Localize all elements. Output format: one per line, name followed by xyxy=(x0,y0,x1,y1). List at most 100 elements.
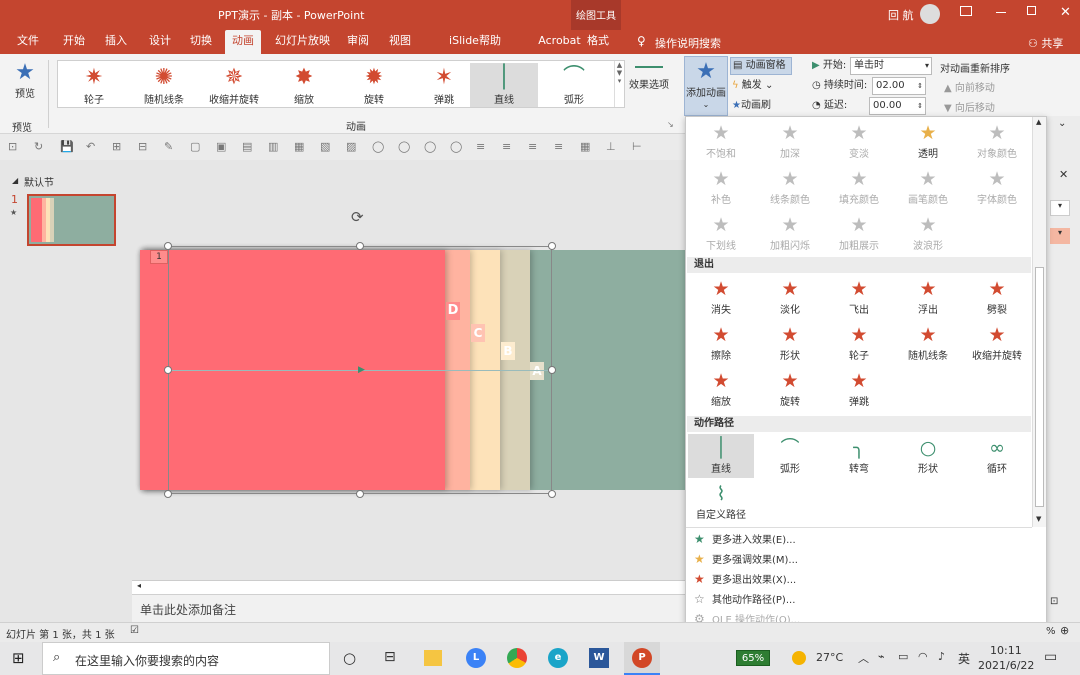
close-icon[interactable]: ✕ xyxy=(1059,168,1068,181)
avatar[interactable] xyxy=(920,4,940,24)
exit-effect-1[interactable]: ★ 淡化 xyxy=(757,275,823,319)
toolbar-icon-18[interactable]: ≡ xyxy=(476,140,485,153)
tab-12[interactable]: 格式 xyxy=(580,30,616,54)
emphasis-effect-3[interactable]: ★ 透明 xyxy=(895,119,961,163)
toolbar-icon-11[interactable]: ▦ xyxy=(294,140,304,153)
notification-icon[interactable]: ▭ xyxy=(1044,649,1057,665)
resize-handle[interactable] xyxy=(164,242,172,250)
toolbar-icon-23[interactable]: ⊥ xyxy=(606,140,616,153)
toolbar-icon-17[interactable]: ◯ xyxy=(450,140,462,153)
tab-0[interactable]: 文件 xyxy=(10,30,46,54)
tray-chevron-icon[interactable]: ︿ xyxy=(858,650,869,666)
zoom-fit-icon[interactable]: ⊡ xyxy=(1050,596,1058,607)
word-icon[interactable]: W xyxy=(589,648,609,668)
tab-1[interactable]: 开始 xyxy=(56,30,92,54)
toolbar-icon-2[interactable]: 💾 xyxy=(60,140,74,153)
exit-effect-11[interactable]: ★ 旋转 xyxy=(757,367,823,411)
file-explorer-icon[interactable] xyxy=(424,650,442,666)
share-button[interactable]: ⚇ 共享 xyxy=(1028,35,1063,51)
dialog-launcher-icon[interactable]: ↘ xyxy=(667,120,674,129)
animation-painter-button[interactable]: ★动画刷 xyxy=(732,99,771,113)
clock-time[interactable]: 10:11 xyxy=(990,644,1022,657)
path-effect-4[interactable]: ∞ 循环 xyxy=(964,434,1030,478)
powerpoint-taskbar-button[interactable]: P xyxy=(624,642,660,675)
resize-handle[interactable] xyxy=(356,242,364,250)
tell-me-search[interactable]: 操作说明搜索 xyxy=(655,35,721,51)
exit-effect-9[interactable]: ★ 收缩并旋转 xyxy=(964,321,1030,365)
tab-2[interactable]: 插入 xyxy=(98,30,134,54)
dropdown-icon[interactable]: ⌄ xyxy=(1058,118,1066,129)
clock-date[interactable]: 2021/6/22 xyxy=(978,659,1034,672)
zoom-percent[interactable]: % xyxy=(1046,626,1056,637)
exit-effect-3[interactable]: ★ 浮出 xyxy=(895,275,961,319)
gallery-item-2[interactable]: ✵ 收缩并旋转 xyxy=(200,63,268,107)
tab-4[interactable]: 切换 xyxy=(183,30,219,54)
tab-5[interactable]: 动画 xyxy=(225,30,261,54)
path-effect-5[interactable]: ⌇ 自定义路径 xyxy=(688,480,754,524)
exit-effect-0[interactable]: ★ 消失 xyxy=(688,275,754,319)
toolbar-icon-24[interactable]: ⊢ xyxy=(632,140,642,153)
toolbar-icon-21[interactable]: ≡ xyxy=(554,140,563,153)
minimize-icon[interactable] xyxy=(996,12,1006,13)
task-view-icon[interactable]: ○ xyxy=(343,649,356,667)
gallery-item-6[interactable]: │ 直线 xyxy=(470,63,538,107)
gallery-item-4[interactable]: ✹ 旋转 xyxy=(340,63,408,107)
tab-7[interactable]: 审阅 xyxy=(340,30,376,54)
horizontal-scrollbar[interactable]: ◂ xyxy=(132,580,685,594)
resize-handle[interactable] xyxy=(548,366,556,374)
tab-6[interactable]: 幻灯片放映 xyxy=(268,30,337,54)
resize-handle[interactable] xyxy=(356,490,364,498)
close-icon[interactable]: ✕ xyxy=(1060,5,1071,20)
gallery-item-0[interactable]: ✷ 轮子 xyxy=(60,63,128,107)
collapse-section-icon[interactable]: ◢ xyxy=(12,176,18,185)
exit-effect-2[interactable]: ★ 飞出 xyxy=(826,275,892,319)
move-later-button[interactable]: ▼ 向后移动 xyxy=(944,99,995,114)
user-name[interactable]: 回 航 xyxy=(888,7,914,23)
rotate-handle-icon[interactable]: ⟳ xyxy=(351,208,364,226)
scroll-thumb[interactable] xyxy=(1035,267,1044,507)
exit-effect-4[interactable]: ★ 劈裂 xyxy=(964,275,1030,319)
battery-indicator[interactable]: 65% xyxy=(736,650,770,666)
exit-effect-5[interactable]: ★ 擦除 xyxy=(688,321,754,365)
toolbar-icon-9[interactable]: ▤ xyxy=(242,140,252,153)
move-earlier-button[interactable]: ▲ 向前移动 xyxy=(944,79,995,94)
more-effects-item-0[interactable]: ★ 更多进入效果(E)... xyxy=(694,529,796,549)
duration-input[interactable]: 02.00 ⇕ xyxy=(872,77,926,95)
ribbon-display-icon[interactable] xyxy=(960,6,972,16)
dropdown-scrollbar[interactable]: ▲ ▼ xyxy=(1032,117,1046,527)
spellcheck-icon[interactable]: ☑ xyxy=(130,625,139,636)
more-effects-item-2[interactable]: ★ 更多退出效果(X)... xyxy=(694,569,796,589)
resize-handle[interactable] xyxy=(548,242,556,250)
tab-3[interactable]: 设计 xyxy=(142,30,178,54)
toolbar-icon-14[interactable]: ◯ xyxy=(372,140,384,153)
toolbar-icon-3[interactable]: ↶ xyxy=(86,140,95,153)
toolbar-icon-0[interactable]: ⊡ xyxy=(8,140,17,153)
battery-icon[interactable]: ▭ xyxy=(898,650,908,663)
trigger-button[interactable]: ϟ 触发 ⌄ xyxy=(732,79,773,93)
animation-pane-button[interactable]: ▤ 动画窗格 xyxy=(730,57,792,75)
preview-button[interactable]: ★ 预览 xyxy=(8,60,42,108)
ime-indicator[interactable]: 英 xyxy=(958,650,970,667)
gallery-scroll[interactable]: ▲ ▼ ▾ xyxy=(614,61,624,107)
effect-options-button[interactable]: 效果选项 xyxy=(627,60,671,108)
exit-effect-6[interactable]: ★ 形状 xyxy=(757,321,823,365)
path-effect-2[interactable]: ╮ 转弯 xyxy=(826,434,892,478)
browser-e-icon[interactable]: e xyxy=(548,648,568,668)
resize-handle[interactable] xyxy=(164,366,172,374)
network-icon[interactable]: ⌁ xyxy=(878,650,885,663)
temperature[interactable]: 27°C xyxy=(816,651,843,664)
taskbar-search-box[interactable]: ⌕ 在这里输入你要搜索的内容 xyxy=(42,642,330,675)
tab-8[interactable]: 视图 xyxy=(382,30,418,54)
app-l-icon[interactable]: L xyxy=(466,648,486,668)
path-effect-0[interactable]: │ 直线 xyxy=(688,434,754,478)
wifi-icon[interactable]: ◠ xyxy=(918,650,928,663)
toolbar-icon-4[interactable]: ⊞ xyxy=(112,140,121,153)
path-effect-1[interactable]: ⌒ 弧形 xyxy=(757,434,823,478)
toolbar-icon-22[interactable]: ▦ xyxy=(580,140,590,153)
chrome-icon[interactable] xyxy=(507,648,527,668)
toolbar-icon-12[interactable]: ▧ xyxy=(320,140,330,153)
toolbar-icon-1[interactable]: ↻ xyxy=(34,140,43,153)
gallery-item-1[interactable]: ✺ 随机线条 xyxy=(130,63,198,107)
toolbar-icon-6[interactable]: ✎ xyxy=(164,140,173,153)
toolbar-icon-20[interactable]: ≡ xyxy=(528,140,537,153)
